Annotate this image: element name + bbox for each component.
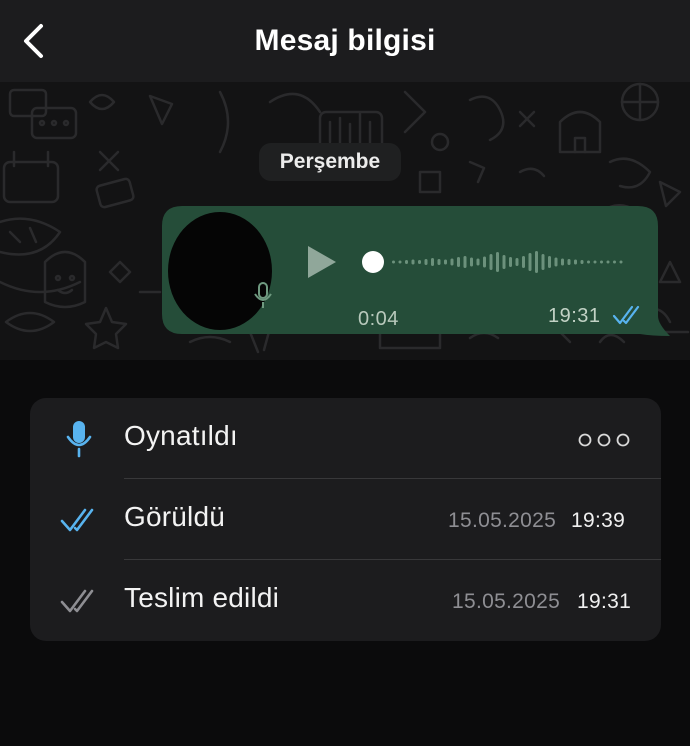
list-item-delivered[interactable]: Teslim edildi 15.05.2025 19:31: [30, 560, 661, 641]
waveform-bar: [574, 259, 577, 265]
waveform-bar: [444, 259, 447, 265]
voice-duration: 0:04: [358, 308, 399, 330]
message-info-list: Oynatıldı Görüldü 15.05.2025 19:39 Tesli…: [30, 398, 661, 641]
play-icon[interactable]: [302, 242, 342, 282]
waveform-bar: [613, 260, 616, 264]
avatar[interactable]: [168, 212, 272, 330]
waveform-bar: [502, 255, 506, 269]
waveform-bar: [548, 256, 551, 268]
list-item-played[interactable]: Oynatıldı: [30, 398, 661, 479]
waveform-bar: [515, 258, 519, 266]
chevron-left-icon: [24, 24, 43, 58]
waveform-bar: [463, 256, 467, 268]
more-icon: [578, 433, 630, 447]
waveform-bar: [541, 254, 545, 270]
waveform-bar: [496, 252, 499, 272]
page-title: Mesaj bilgisi: [254, 24, 436, 57]
list-item-label: Oynatıldı: [124, 420, 238, 451]
read-time: 19:39: [571, 509, 626, 532]
waveform-bar: [398, 260, 402, 264]
waveform[interactable]: [358, 244, 634, 280]
waveform-bar: [392, 260, 395, 264]
double-check-icon: [58, 501, 100, 539]
day-separator: Perşembe: [259, 143, 401, 181]
list-item-label: Görüldü: [124, 501, 226, 532]
chat-preview: Perşembe 0:04 19:31: [0, 82, 690, 360]
delivered-time: 19:31: [577, 590, 632, 613]
waveform-bar: [535, 251, 538, 273]
waveform-bar: [411, 259, 415, 265]
waveform-bar: [522, 256, 525, 268]
waveform-bar: [450, 258, 454, 266]
waveform-bar: [600, 260, 603, 264]
waveform-bar: [424, 259, 428, 265]
double-check-icon: [612, 305, 640, 325]
waveform-bar: [561, 258, 564, 266]
waveform-bar: [476, 258, 480, 266]
waveform-bar: [483, 256, 486, 268]
voice-message-bubble[interactable]: 0:04 19:31: [162, 206, 670, 336]
delivered-date: 15.05.2025: [452, 590, 561, 613]
double-check-icon: [58, 582, 100, 620]
microphone-icon: [254, 282, 272, 308]
waveform-bar: [567, 259, 571, 265]
list-item-read[interactable]: Görüldü 15.05.2025 19:39: [30, 479, 661, 560]
waveform-bar: [580, 260, 584, 264]
waveform-bar: [489, 254, 493, 270]
waveform-bar: [431, 258, 434, 266]
waveform-bar: [606, 260, 610, 264]
waveform-bar: [593, 260, 597, 264]
waveform-bar: [418, 260, 421, 264]
read-date: 15.05.2025: [448, 509, 557, 532]
waveform-bar: [509, 257, 512, 267]
list-item-label: Teslim edildi: [124, 582, 280, 613]
waveform-bar: [405, 260, 408, 264]
message-time: 19:31: [548, 305, 601, 327]
waveform-bar: [470, 257, 473, 267]
back-button[interactable]: [14, 20, 54, 62]
waveform-bar: [587, 260, 590, 264]
waveform-bar: [619, 260, 623, 264]
waveform-bar: [554, 257, 558, 267]
waveform-bar: [528, 253, 532, 271]
waveform-bar: [437, 259, 441, 265]
waveform-bar: [457, 257, 460, 267]
microphone-icon: [58, 420, 100, 458]
nav-bar: Mesaj bilgisi: [0, 0, 690, 82]
